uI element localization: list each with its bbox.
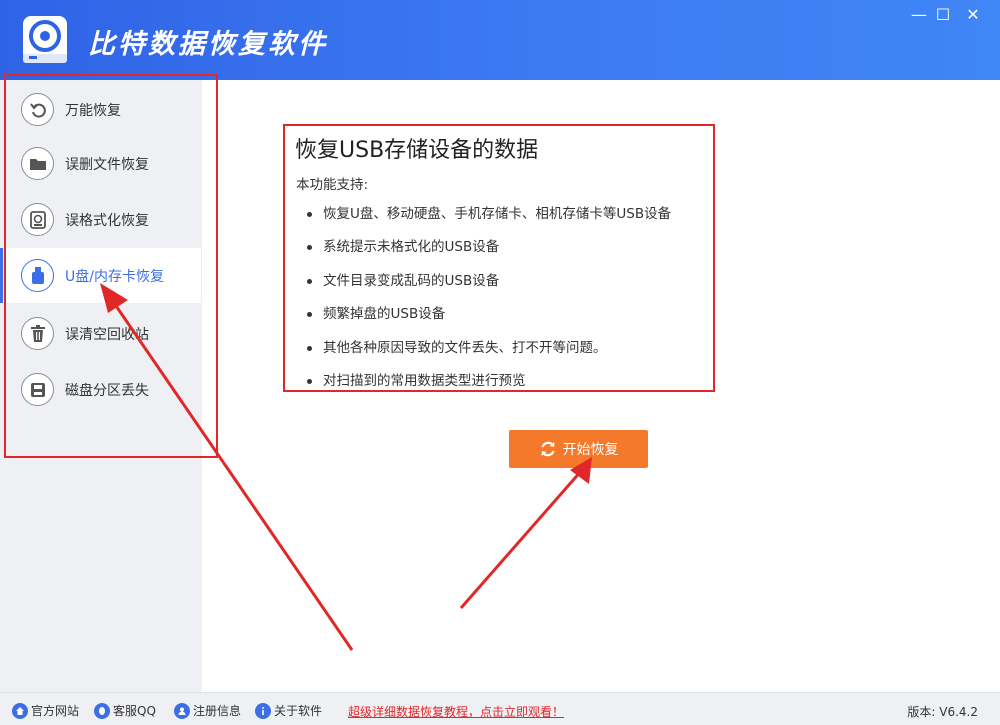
register-icon <box>174 702 190 719</box>
footer-link-label: 客服QQ <box>113 704 156 718</box>
start-recovery-button[interactable]: 开始恢复 <box>509 430 648 468</box>
footer-link-label: 官方网站 <box>31 704 80 718</box>
sidebar-item-format-recovery[interactable]: 误格式化恢复 <box>5 192 201 247</box>
status-bar: 官方网站 客服QQ 注册信息 关于软件 超级详细数据恢复教程，点击立即观看！ 版… <box>0 692 1000 725</box>
footer-link-about[interactable]: 关于软件 <box>255 702 322 719</box>
sidebar-item-universal-recovery[interactable]: 万能恢复 <box>5 82 201 137</box>
app-logo-icon <box>23 16 67 63</box>
feature-list: 恢复U盘、移动硬盘、手机存储卡、相机存储卡等USB设备 系统提示未格式化的USB… <box>307 203 671 403</box>
start-recovery-label: 开始恢复 <box>562 442 619 458</box>
sidebar-item-label: 误格式化恢复 <box>65 213 149 229</box>
sidebar: 万能恢复 误删文件恢复 误格式化恢复 U盘/内存卡恢复 误清空回收站 磁盘分区丢… <box>0 80 202 692</box>
trash-icon <box>21 317 54 350</box>
sidebar-item-label: U盘/内存卡恢复 <box>65 269 164 285</box>
sidebar-item-recycle-bin-recovery[interactable]: 误清空回收站 <box>5 306 201 361</box>
sidebar-item-partition-lost[interactable]: 磁盘分区丢失 <box>5 362 201 417</box>
footer-link-qq[interactable]: 客服QQ <box>94 702 156 719</box>
sidebar-item-label: 万能恢复 <box>65 103 121 119</box>
maximize-button[interactable]: ☐ <box>930 4 956 26</box>
format-disk-icon <box>21 203 54 236</box>
list-item: 对扫描到的常用数据类型进行预览 <box>307 370 671 403</box>
tutorial-link[interactable]: 超级详细数据恢复教程，点击立即观看！ <box>348 703 564 720</box>
usb-drive-icon <box>21 259 54 292</box>
app-title: 比特数据恢复软件 <box>88 29 328 60</box>
version-label: 版本: V6.4.2 <box>907 705 978 719</box>
footer-link-label: 关于软件 <box>274 704 323 718</box>
feature-subtitle: 本功能支持: <box>296 177 369 193</box>
folder-icon <box>21 147 54 180</box>
arrow-to-start-button-icon <box>459 457 592 609</box>
sidebar-item-label: 误删文件恢复 <box>65 157 149 173</box>
list-item: 系统提示未格式化的USB设备 <box>307 236 671 269</box>
footer-link-website[interactable]: 官方网站 <box>12 702 79 719</box>
footer-link-label: 注册信息 <box>193 704 242 718</box>
qq-icon <box>94 702 110 719</box>
sidebar-item-label: 磁盘分区丢失 <box>65 383 149 399</box>
disk-partition-icon <box>21 373 54 406</box>
title-bar: 比特数据恢复软件 — ☐ ✕ <box>0 0 1000 80</box>
footer-link-register[interactable]: 注册信息 <box>174 702 241 719</box>
list-item: 恢复U盘、移动硬盘、手机存储卡、相机存储卡等USB设备 <box>307 203 671 236</box>
info-icon <box>255 702 271 719</box>
refresh-icon <box>540 441 555 457</box>
sidebar-item-usb-recovery[interactable]: U盘/内存卡恢复 <box>0 248 201 303</box>
home-icon <box>12 702 28 719</box>
sidebar-item-label: 误清空回收站 <box>65 327 149 343</box>
minimize-button[interactable]: — <box>906 4 932 26</box>
undo-icon <box>21 93 54 126</box>
close-button[interactable]: ✕ <box>960 4 986 26</box>
list-item: 文件目录变成乱码的USB设备 <box>307 270 671 303</box>
page-title: 恢复USB存储设备的数据 <box>295 138 539 163</box>
list-item: 其他各种原因导致的文件丢失、打不开等问题。 <box>307 337 671 370</box>
list-item: 频繁掉盘的USB设备 <box>307 303 671 336</box>
sidebar-item-deleted-file-recovery[interactable]: 误删文件恢复 <box>5 136 201 191</box>
